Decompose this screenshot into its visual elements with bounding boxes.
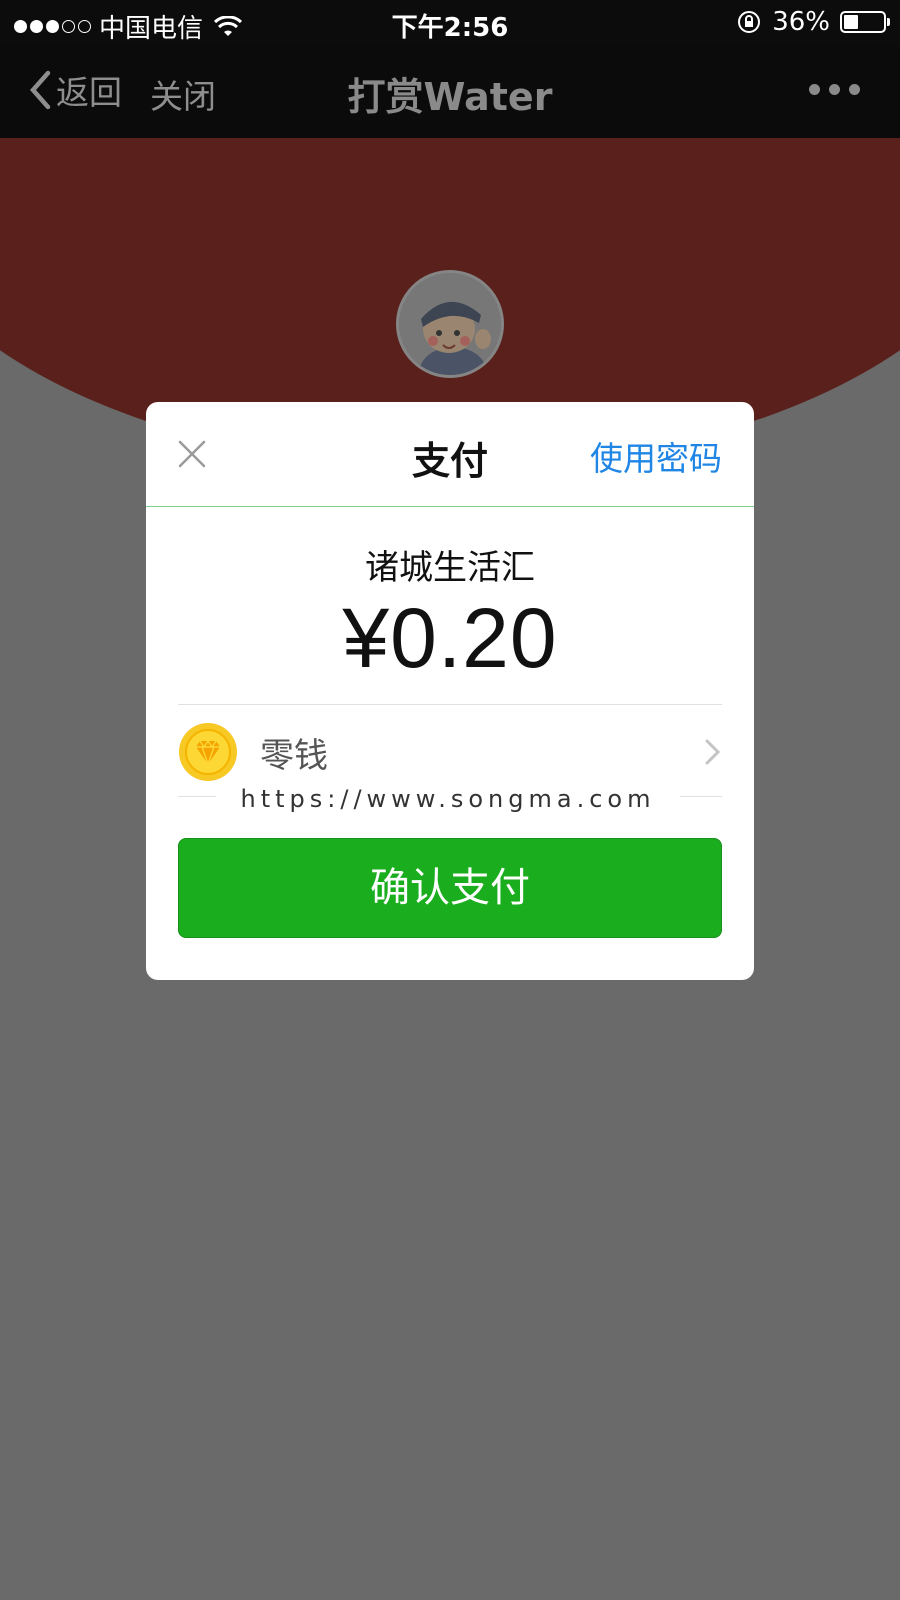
page-title: 打赏Water xyxy=(347,75,553,119)
nav-bar: 返回 关闭 打赏Water xyxy=(0,46,900,139)
close-button[interactable]: 关闭 xyxy=(150,70,216,118)
payment-amount: ¥0.20 xyxy=(342,591,558,685)
more-options-button[interactable] xyxy=(809,84,860,95)
more-icon-dot xyxy=(829,84,840,95)
use-password-link[interactable]: 使用密码 xyxy=(590,432,722,480)
battery-icon xyxy=(840,11,890,33)
status-right: 36% xyxy=(736,7,890,37)
watermark: https://www.songma.com xyxy=(216,784,680,814)
more-icon-dot xyxy=(849,84,860,95)
wallet-balance-icon xyxy=(179,723,237,781)
confirm-payment-button[interactable]: 确认支付 xyxy=(178,838,722,938)
chevron-left-icon xyxy=(29,70,51,110)
payment-method-label: 零钱 xyxy=(260,736,328,776)
battery-percent: 36% xyxy=(772,7,830,37)
back-button[interactable]: 返回 xyxy=(28,66,122,114)
chevron-right-icon xyxy=(705,739,721,765)
battery-fill xyxy=(844,15,858,29)
merchant-name: 诸城生活汇 xyxy=(365,548,535,588)
payment-method-row[interactable]: 零钱 xyxy=(178,704,722,796)
back-label: 返回 xyxy=(56,73,122,112)
avatar xyxy=(396,270,504,378)
payment-dialog: 支付 使用密码 诸城生活汇 ¥0.20 零钱 https://www.songm… xyxy=(146,402,754,980)
more-icon-dot xyxy=(809,84,820,95)
status-bar: 中国电信 下午2:56 36% xyxy=(0,0,900,46)
dialog-header: 支付 使用密码 xyxy=(146,402,754,507)
rotation-lock-icon xyxy=(738,11,761,33)
